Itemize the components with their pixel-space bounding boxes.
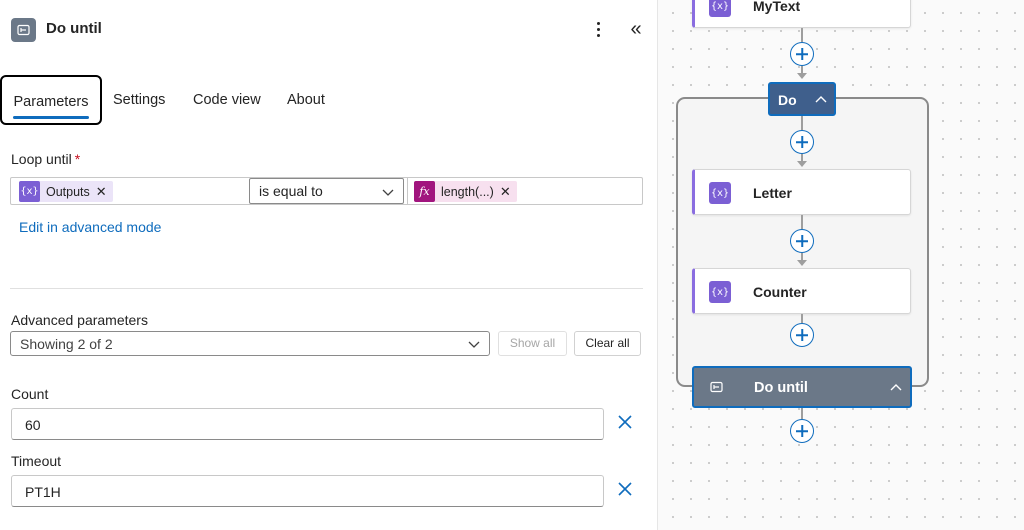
timeout-input[interactable]: PT1H <box>11 475 604 507</box>
fx-icon: fx <box>414 181 435 202</box>
advanced-parameters-label: Advanced parameters <box>11 312 148 328</box>
card-title: Counter <box>753 284 807 300</box>
connector-line <box>801 408 803 419</box>
clear-all-button[interactable]: Clear all <box>574 331 641 356</box>
close-icon <box>618 482 632 496</box>
chevron-down-icon <box>382 189 394 196</box>
operator-select[interactable]: is equal to <box>249 178 404 204</box>
remove-token-icon[interactable]: ✕ <box>96 184 113 200</box>
remove-timeout-button[interactable] <box>614 478 636 500</box>
tab-settings[interactable]: Settings <box>113 75 165 125</box>
count-label: Count <box>11 386 49 402</box>
collapse-panel-button[interactable]: « <box>626 17 646 41</box>
insert-step-button[interactable] <box>790 419 814 443</box>
chevron-down-icon <box>468 341 480 348</box>
action-card-mytext[interactable]: {x} MyText <box>692 0 911 28</box>
count-input[interactable]: 60 <box>11 408 604 440</box>
variable-icon: {x} <box>709 281 731 303</box>
more-options-button[interactable] <box>590 17 608 41</box>
insert-step-button[interactable] <box>790 130 814 154</box>
action-details-panel: Do until « Parameters Settings Code view… <box>0 0 657 530</box>
chevron-up-icon <box>815 96 827 103</box>
panel-header: Do until « <box>0 0 657 60</box>
tab-about[interactable]: About <box>287 75 325 125</box>
operator-value: is equal to <box>259 183 323 199</box>
tab-parameters[interactable]: Parameters <box>0 75 102 125</box>
required-marker: * <box>74 151 81 167</box>
insert-step-button[interactable] <box>790 229 814 253</box>
active-tab-indicator <box>13 116 89 119</box>
timeout-label: Timeout <box>11 453 62 469</box>
connector-line <box>801 314 803 323</box>
token-label: Outputs <box>46 184 90 199</box>
panel-title: Do until <box>46 20 102 37</box>
variable-icon: {x} <box>709 0 731 17</box>
connector-line <box>801 116 803 130</box>
variable-icon: {x} <box>709 182 731 204</box>
panel-tabs: Parameters Settings Code view About <box>0 75 657 125</box>
do-label: Do <box>778 92 797 108</box>
close-icon <box>618 415 632 429</box>
count-value: 60 <box>25 417 41 433</box>
variable-icon: {x} <box>19 181 40 202</box>
action-card-counter[interactable]: {x} Counter <box>692 268 911 314</box>
connector-arrow <box>797 260 807 266</box>
more-vertical-icon <box>597 22 600 25</box>
section-divider <box>10 288 643 289</box>
double-chevron-left-icon: « <box>630 18 642 40</box>
connector-line <box>801 215 803 229</box>
remove-token-icon[interactable]: ✕ <box>500 184 517 200</box>
do-until-label: Do until <box>754 380 808 396</box>
connector-arrow <box>797 73 807 79</box>
loop-icon <box>11 18 36 42</box>
loop-until-label-text: Loop until <box>11 151 72 167</box>
card-title: MyText <box>753 0 801 14</box>
remove-count-button[interactable] <box>614 411 636 433</box>
length-expression-token[interactable]: fx length(...) ✕ <box>414 181 517 202</box>
condition-divider <box>407 178 408 204</box>
tab-label: About <box>287 92 325 108</box>
connector-line <box>801 28 803 42</box>
advanced-parameters-value: Showing 2 of 2 <box>20 336 113 352</box>
action-card-letter[interactable]: {x} Letter <box>692 169 911 215</box>
chevron-up-icon <box>890 384 902 391</box>
insert-step-button[interactable] <box>790 323 814 347</box>
tab-label: Parameters <box>13 94 89 110</box>
more-vertical-icon-dot <box>597 34 600 37</box>
insert-step-button[interactable] <box>790 42 814 66</box>
tab-label: Settings <box>113 92 166 108</box>
advanced-parameters-select[interactable]: Showing 2 of 2 <box>10 331 490 356</box>
tab-label: Code view <box>193 92 261 108</box>
edit-advanced-mode-link[interactable]: Edit in advanced mode <box>19 219 161 235</box>
tab-code-view[interactable]: Code view <box>193 75 261 125</box>
token-label: length(...) <box>441 184 494 199</box>
card-title: Letter <box>753 185 792 201</box>
do-scope-header[interactable]: Do <box>768 82 836 116</box>
outputs-token[interactable]: {x} Outputs ✕ <box>19 181 113 202</box>
loop-until-condition: {x} Outputs ✕ is equal to fx length(...)… <box>10 177 643 205</box>
loop-icon <box>710 381 723 393</box>
timeout-value: PT1H <box>25 484 61 500</box>
connector-arrow <box>797 161 807 167</box>
show-all-button[interactable]: Show all <box>498 331 567 356</box>
loop-until-label: Loop until * <box>11 151 80 167</box>
do-until-footer[interactable]: Do until <box>692 366 912 408</box>
more-vertical-icon-dot <box>597 28 600 31</box>
